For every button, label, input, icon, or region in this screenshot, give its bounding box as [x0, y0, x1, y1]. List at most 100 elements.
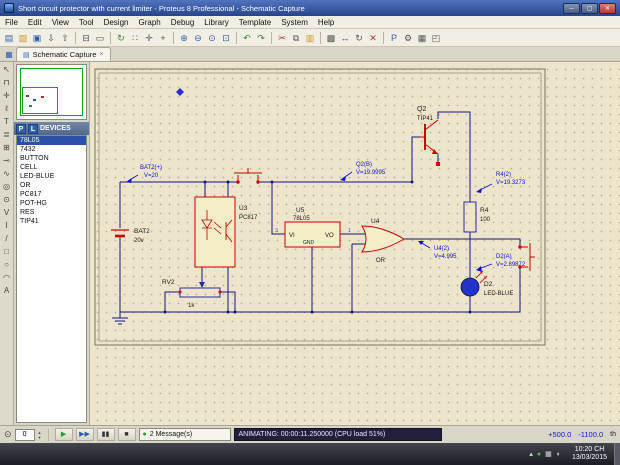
packaging-icon[interactable]: ▦	[415, 31, 429, 45]
component-mode-icon[interactable]: ⊓	[0, 76, 13, 89]
play-button[interactable]: ▶	[55, 428, 73, 441]
2d-arc-icon[interactable]: ◠	[0, 271, 13, 284]
text-script-icon[interactable]: T	[0, 115, 13, 128]
make-device-icon[interactable]: ⚙	[401, 31, 415, 45]
open-project-icon[interactable]: ▧	[16, 31, 30, 45]
tape-recorder-icon[interactable]: ◎	[0, 180, 13, 193]
junction-dot-icon[interactable]: ✛	[0, 89, 13, 102]
redraw-icon[interactable]: ↻	[114, 31, 128, 45]
block-move-icon[interactable]: ↔	[338, 31, 352, 45]
menu-template[interactable]: Template	[234, 16, 276, 29]
probe-q2-b[interactable]: Q2(B) V=19.9995	[340, 162, 386, 181]
device-item-pot-hg[interactable]: POT-HG	[17, 199, 86, 208]
tray-status-icon[interactable]: ●	[537, 451, 541, 458]
wire-label-icon[interactable]: ℓ	[0, 102, 13, 115]
component-q2[interactable]: Q2 TIP41	[417, 106, 440, 166]
menu-edit[interactable]: Edit	[23, 16, 47, 29]
redo-icon[interactable]: ↷	[254, 31, 268, 45]
device-item-button[interactable]: BUTTON	[17, 154, 86, 163]
voltage-probes[interactable]: BAT2(+) V=20 Q2(B) V=19.9995 R4(2) V=19.…	[126, 162, 526, 272]
copy-icon[interactable]: ⧉	[289, 31, 303, 45]
probe-bat2-plus[interactable]: BAT2(+) V=20	[126, 165, 162, 183]
device-item-78l05[interactable]: 78L05	[17, 136, 86, 145]
origin-icon[interactable]: ✛	[142, 31, 156, 45]
cut-icon[interactable]: ✂	[275, 31, 289, 45]
new-project-icon[interactable]: ▤	[2, 31, 16, 45]
menu-system[interactable]: System	[276, 16, 313, 29]
zoom-in-icon[interactable]: ⊕	[177, 31, 191, 45]
menu-graph[interactable]: Graph	[133, 16, 165, 29]
component-bat2[interactable]: BAT2 20v	[111, 228, 150, 244]
wires[interactable]	[120, 112, 520, 312]
tray-expand-icon[interactable]: ▴	[529, 450, 533, 458]
voltage-probe-icon[interactable]: V	[0, 206, 13, 219]
zoom-out-icon[interactable]: ⊖	[191, 31, 205, 45]
generator-icon[interactable]: ⊙	[0, 193, 13, 206]
menu-help[interactable]: Help	[313, 16, 339, 29]
stop-button[interactable]: ■	[118, 428, 136, 441]
component-button-top[interactable]	[234, 168, 262, 184]
show-desktop-button[interactable]	[614, 443, 620, 465]
step-button[interactable]: ▶▶	[76, 428, 94, 441]
undo-icon[interactable]: ↶	[240, 31, 254, 45]
device-item-res[interactable]: RES	[17, 208, 86, 217]
component-u4[interactable]: U4 OR	[362, 218, 404, 264]
component-r4[interactable]: R4 100	[464, 202, 491, 232]
probe-r4-2[interactable]: R4(2) V=19.3273	[476, 172, 526, 193]
cursor-icon[interactable]: +	[156, 31, 170, 45]
bus-icon[interactable]: ≣	[0, 128, 13, 141]
ground-symbol[interactable]	[112, 312, 128, 324]
pause-button[interactable]: ▮▮	[97, 428, 115, 441]
menu-debug[interactable]: Debug	[166, 16, 200, 29]
grid-icon[interactable]: ∷	[128, 31, 142, 45]
rotation-spinner[interactable]: ▲▼	[38, 430, 42, 440]
block-rotate-icon[interactable]: ↻	[352, 31, 366, 45]
2d-box-icon[interactable]: □	[0, 245, 13, 258]
export-icon[interactable]: ⇧	[58, 31, 72, 45]
current-probe-icon[interactable]: I	[0, 219, 13, 232]
rotation-input[interactable]	[15, 429, 35, 441]
subcircuit-icon[interactable]: ⊞	[0, 141, 13, 154]
save-project-icon[interactable]: ▣	[30, 31, 44, 45]
device-item-cell[interactable]: CELL	[17, 163, 86, 172]
tray-volume-icon[interactable]: ◖	[556, 451, 560, 458]
2d-circle-icon[interactable]: ○	[0, 258, 13, 271]
2d-text-icon[interactable]: A	[0, 284, 13, 297]
schematic-overview[interactable]	[16, 64, 87, 120]
rotation-dial-icon[interactable]: ⊙	[4, 429, 12, 440]
component-u3[interactable]: U3 PC817	[195, 197, 258, 267]
block-copy-icon[interactable]: ▩	[324, 31, 338, 45]
device-item-pc817[interactable]: PC817	[17, 190, 86, 199]
tray-network-icon[interactable]: ▦	[545, 450, 552, 458]
schematic-canvas[interactable]: BAT2 20v	[90, 62, 620, 425]
pick-device-button[interactable]: P	[16, 124, 26, 134]
device-item-or[interactable]: OR	[17, 181, 86, 190]
close-button[interactable]: ✕	[599, 3, 616, 14]
selection-pointer-icon[interactable]: ↖	[0, 63, 13, 76]
device-item-tip41[interactable]: TIP41	[17, 217, 86, 226]
block-delete-icon[interactable]: ✕	[366, 31, 380, 45]
menu-library[interactable]: Library	[199, 16, 233, 29]
pick-parts-icon[interactable]: P	[387, 31, 401, 45]
mark-area-icon[interactable]: ▭	[93, 31, 107, 45]
menu-design[interactable]: Design	[99, 16, 134, 29]
probe-u4-2[interactable]: U4(2) V=4.995	[418, 241, 457, 260]
2d-line-icon[interactable]: /	[0, 232, 13, 245]
tab-schematic-capture[interactable]: ▤ Schematic Capture ×	[16, 47, 111, 61]
graph-mode-icon[interactable]: ∿	[0, 167, 13, 180]
maximize-button[interactable]: ▢	[581, 3, 598, 14]
menu-view[interactable]: View	[47, 16, 74, 29]
home-tab-icon[interactable]: ▦	[2, 48, 16, 61]
device-item-7432[interactable]: 7432	[17, 145, 86, 154]
component-rv2[interactable]: RV2 1k	[162, 272, 222, 309]
zoom-all-icon[interactable]: ⊙	[205, 31, 219, 45]
taskbar-clock[interactable]: 10:20 CH 13/03/2015	[565, 446, 614, 462]
zoom-area-icon[interactable]: ⊡	[219, 31, 233, 45]
probe-d2-a[interactable]: D2(A) V=2.89872	[476, 254, 526, 272]
message-panel[interactable]: ● 2 Message(s)	[139, 428, 231, 441]
terminal-icon[interactable]: ⊸	[0, 154, 13, 167]
paste-icon[interactable]: ▥	[303, 31, 317, 45]
menu-file[interactable]: File	[0, 16, 23, 29]
print-icon[interactable]: ⊟	[79, 31, 93, 45]
component-u5[interactable]: VI VO GND U5 78L05 3 1	[275, 207, 351, 247]
